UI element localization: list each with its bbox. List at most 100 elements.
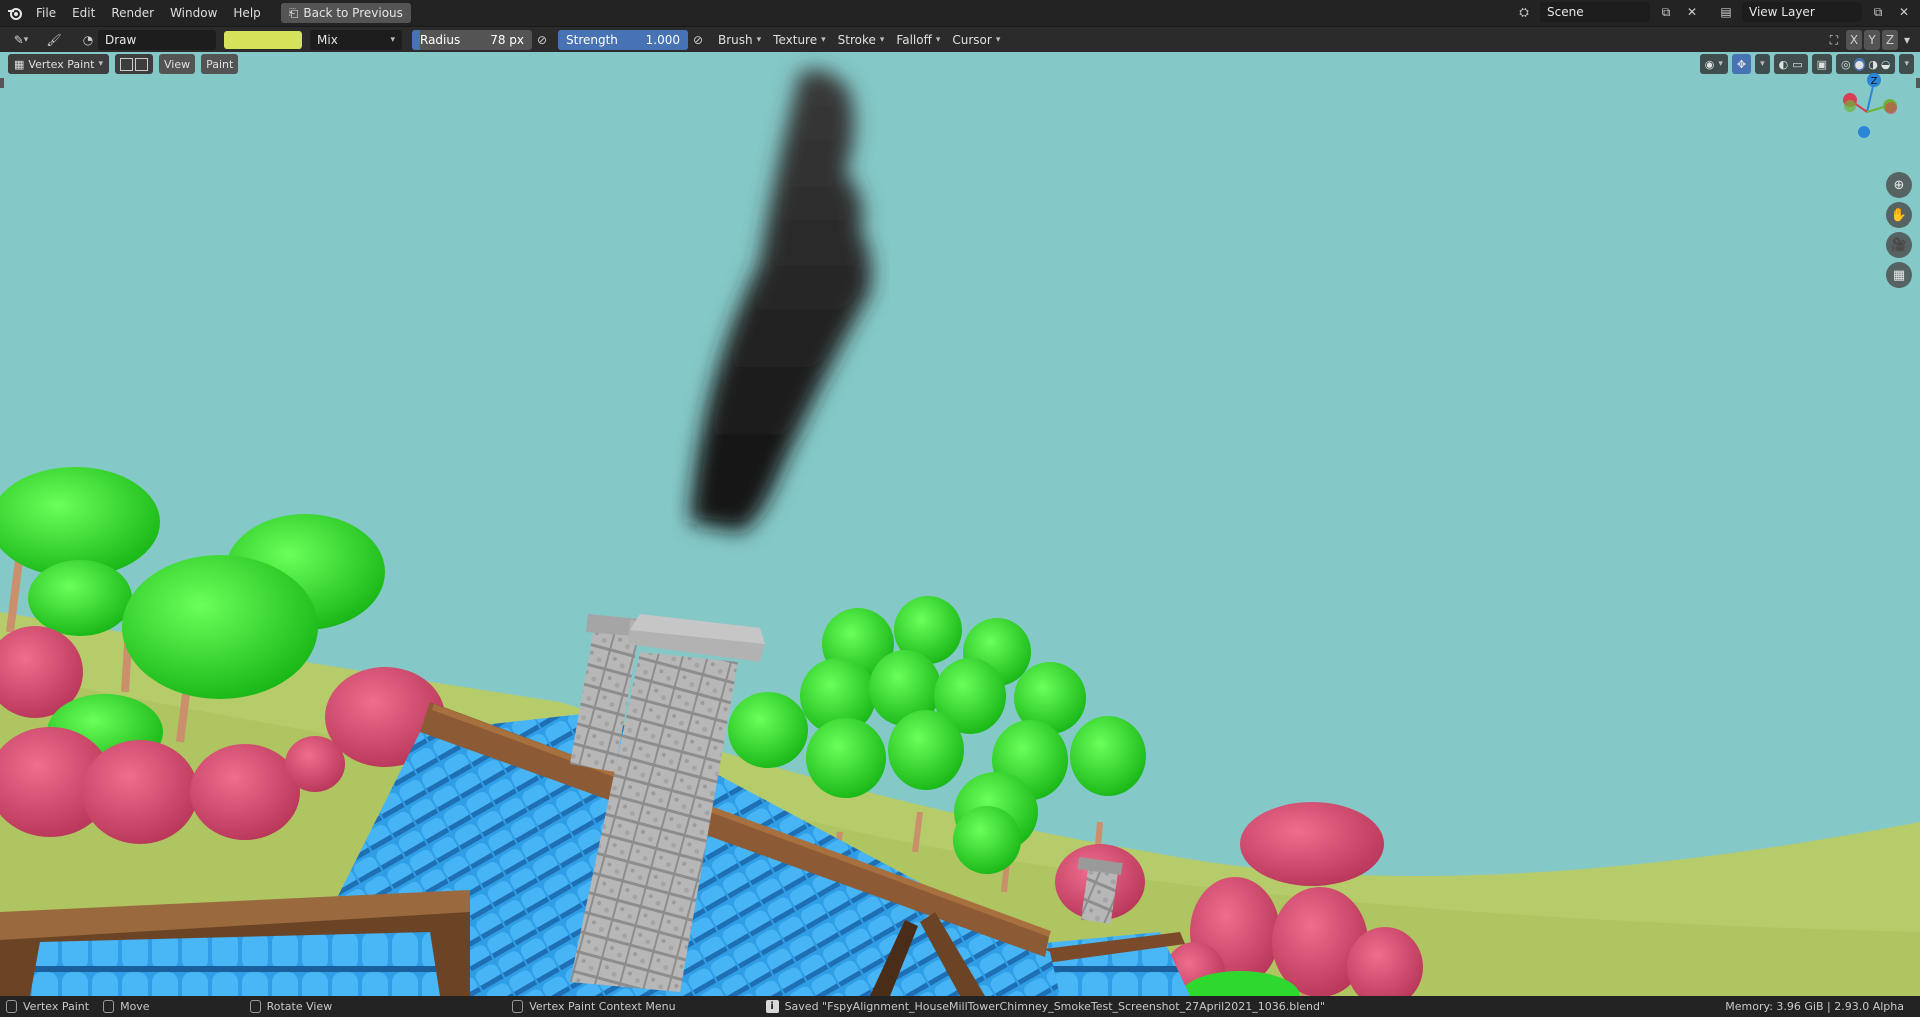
texture-menu[interactable]: Texture ▾ <box>767 30 831 50</box>
mirror-icon[interactable]: ⛶ <box>1824 30 1844 50</box>
status-mouse-middle: Rotate View <box>249 1000 333 1013</box>
view-layer-browse-icon[interactable]: ▤ <box>1716 2 1736 22</box>
tool-settings-icon[interactable]: ✎ ▾ <box>6 30 36 50</box>
scene-name-field[interactable]: Scene <box>1540 2 1650 22</box>
shading-modes: ◎ ● ◑ ◒ <box>1836 54 1896 74</box>
mirror-y-button[interactable]: Y <box>1864 30 1880 50</box>
texture-menu-label: Texture <box>773 32 818 47</box>
back-to-previous-button[interactable]: ⎗ Back to Previous <box>280 3 411 23</box>
chevron-down-icon: ▾ <box>1760 59 1765 69</box>
menu-file[interactable]: File <box>28 2 64 24</box>
chevron-down-icon: ▾ <box>1904 59 1909 69</box>
zoom-icon[interactable]: ⊕ <box>1886 172 1912 198</box>
gizmo-neg-y-axis[interactable] <box>1844 100 1856 112</box>
menu-window[interactable]: Window <box>162 2 225 24</box>
new-scene-icon[interactable]: ⧉ <box>1656 2 1676 22</box>
wireframe-shading-icon[interactable]: ◎ <box>1841 58 1851 71</box>
xray-toggle[interactable]: ▣ <box>1811 54 1833 74</box>
pan-hand-icon[interactable]: ✋ <box>1886 202 1912 228</box>
menu-render[interactable]: Render <box>103 2 162 24</box>
status-mouse-move: Move <box>103 1000 150 1013</box>
overlays-toggle[interactable]: ◐ ▭ <box>1773 54 1808 74</box>
gizmo-icon: ✥ <box>1736 57 1747 71</box>
brush-datablock-icon[interactable]: ◔ <box>78 30 98 50</box>
status-move: Move <box>120 1000 150 1013</box>
view-menu[interactable]: View <box>159 54 196 74</box>
strength-pressure-icon[interactable]: ⊘ <box>688 30 708 50</box>
brush-name-field[interactable]: Draw <box>98 29 216 50</box>
vertex-paint-mode-icon: ▦ <box>14 57 25 71</box>
visibility-dropdown[interactable]: ◉ ▾ <box>1699 54 1728 74</box>
chevron-down-icon: ▾ <box>935 34 941 45</box>
new-view-layer-icon[interactable]: ⧉ <box>1868 2 1888 22</box>
paint-menu[interactable]: Paint <box>201 54 239 74</box>
status-memory: Memory: 3.96 GiB | 2.93.0 Alpha <box>1725 1000 1904 1013</box>
mirror-z-button[interactable]: Z <box>1882 30 1898 50</box>
cursor-menu-label: Cursor <box>952 32 992 47</box>
shading-dropdown[interactable]: ▾ <box>1899 54 1914 74</box>
back-to-previous-label: Back to Previous <box>303 6 403 20</box>
menu-help[interactable]: Help <box>225 2 268 24</box>
radius-value: 78 px <box>490 32 524 47</box>
status-mouse-left: Vertex Paint <box>6 1000 89 1013</box>
gizmo-neg-z-axis[interactable] <box>1858 126 1870 138</box>
brush-color-swatch[interactable] <box>224 30 302 49</box>
chevron-down-icon[interactable]: ▾ <box>1900 30 1914 50</box>
solid-shading-icon[interactable]: ● <box>1853 57 1866 71</box>
3d-viewport[interactable]: ▦ Vertex Paint ▾ View Paint ◉ ▾ ✥ ▾ ◐ ▭ ▣ … <box>0 52 1920 996</box>
camera-view-icon[interactable]: 🎥 <box>1886 232 1912 258</box>
chevron-down-icon: ▾ <box>390 34 395 45</box>
falloff-menu[interactable]: Falloff ▾ <box>890 30 946 50</box>
delete-view-layer-icon[interactable]: ✕ <box>1894 2 1914 22</box>
strength-slider[interactable]: Strength 1.000 <box>558 29 688 50</box>
brush-menu-label: Brush <box>718 32 753 47</box>
radius-slider[interactable]: Radius 78 px <box>412 29 532 50</box>
menu-edit[interactable]: Edit <box>64 2 103 24</box>
mouse-right-icon <box>512 1000 524 1013</box>
chevron-down-icon: ▾ <box>821 34 826 45</box>
brush-menu[interactable]: Brush ▾ <box>712 30 767 50</box>
radius-label: Radius <box>420 32 461 47</box>
view-layer-field[interactable]: View Layer <box>1742 2 1862 22</box>
chevron-down-icon: ▾ <box>1718 59 1723 69</box>
falloff-menu-label: Falloff <box>896 32 932 47</box>
scene-browse-icon[interactable]: ⛭ <box>1514 2 1534 22</box>
mode-select[interactable]: ▦ Vertex Paint ▾ <box>8 54 110 74</box>
status-mouse-right: Vertex Paint Context Menu <box>512 1000 676 1013</box>
status-rotate: Rotate View <box>266 1000 333 1013</box>
sidebar-collapse-handle[interactable] <box>1916 78 1920 88</box>
blend-mode-value: Mix <box>317 32 338 47</box>
face-mask-icon[interactable] <box>120 57 134 71</box>
back-icon: ⎗ <box>288 6 299 20</box>
delete-scene-icon[interactable]: ✕ <box>1682 2 1702 22</box>
overlays-dropdown-icon: ▭ <box>1792 57 1803 71</box>
toolbar-collapse-handle[interactable] <box>0 78 4 88</box>
eye-icon: ◉ <box>1704 57 1715 71</box>
status-bar: Vertex Paint Move Rotate View Vertex Pai… <box>0 996 1920 1017</box>
xray-icon: ▣ <box>1816 57 1828 71</box>
mask-toggles <box>115 54 154 74</box>
rendered-shading-icon[interactable]: ◒ <box>1881 58 1891 71</box>
vertex-mask-icon[interactable] <box>135 57 149 71</box>
gizmo-neg-x-axis[interactable] <box>1885 102 1897 114</box>
ortho-grid-icon[interactable]: ▦ <box>1886 262 1912 288</box>
cursor-menu[interactable]: Cursor ▾ <box>946 30 1006 50</box>
gizmo-dropdown[interactable]: ▾ <box>1755 54 1770 74</box>
status-left-mode: Vertex Paint <box>23 1000 90 1013</box>
tool-header: ✎ ▾ 🖌 ◔ Draw Mix ▾ Radius 78 px ⊘ Strength… <box>0 26 1920 52</box>
stroke-menu[interactable]: Stroke ▾ <box>832 30 891 50</box>
blender-logo-icon[interactable] <box>6 4 24 22</box>
gizmo-toggle[interactable]: ✥ <box>1731 54 1752 74</box>
blend-mode-select[interactable]: Mix ▾ <box>310 29 402 50</box>
status-context: Vertex Paint Context Menu <box>529 1000 676 1013</box>
mirror-x-button[interactable]: X <box>1846 30 1862 50</box>
mouse-middle-icon <box>249 1000 261 1013</box>
brush-icon[interactable]: 🖌 <box>44 30 64 50</box>
strength-value: 1.000 <box>645 32 680 47</box>
navigation-gizmo[interactable]: Z <box>1832 72 1902 152</box>
material-shading-icon[interactable]: ◑ <box>1868 58 1878 71</box>
status-report[interactable]: i Saved "FspyAlignment_HouseMillTowerChi… <box>765 1000 1325 1013</box>
stroke-menu-label: Stroke <box>837 32 876 47</box>
top-bar: File Edit Render Window Help ⎗ Back to P… <box>0 0 1920 26</box>
radius-pressure-icon[interactable]: ⊘ <box>532 30 552 50</box>
